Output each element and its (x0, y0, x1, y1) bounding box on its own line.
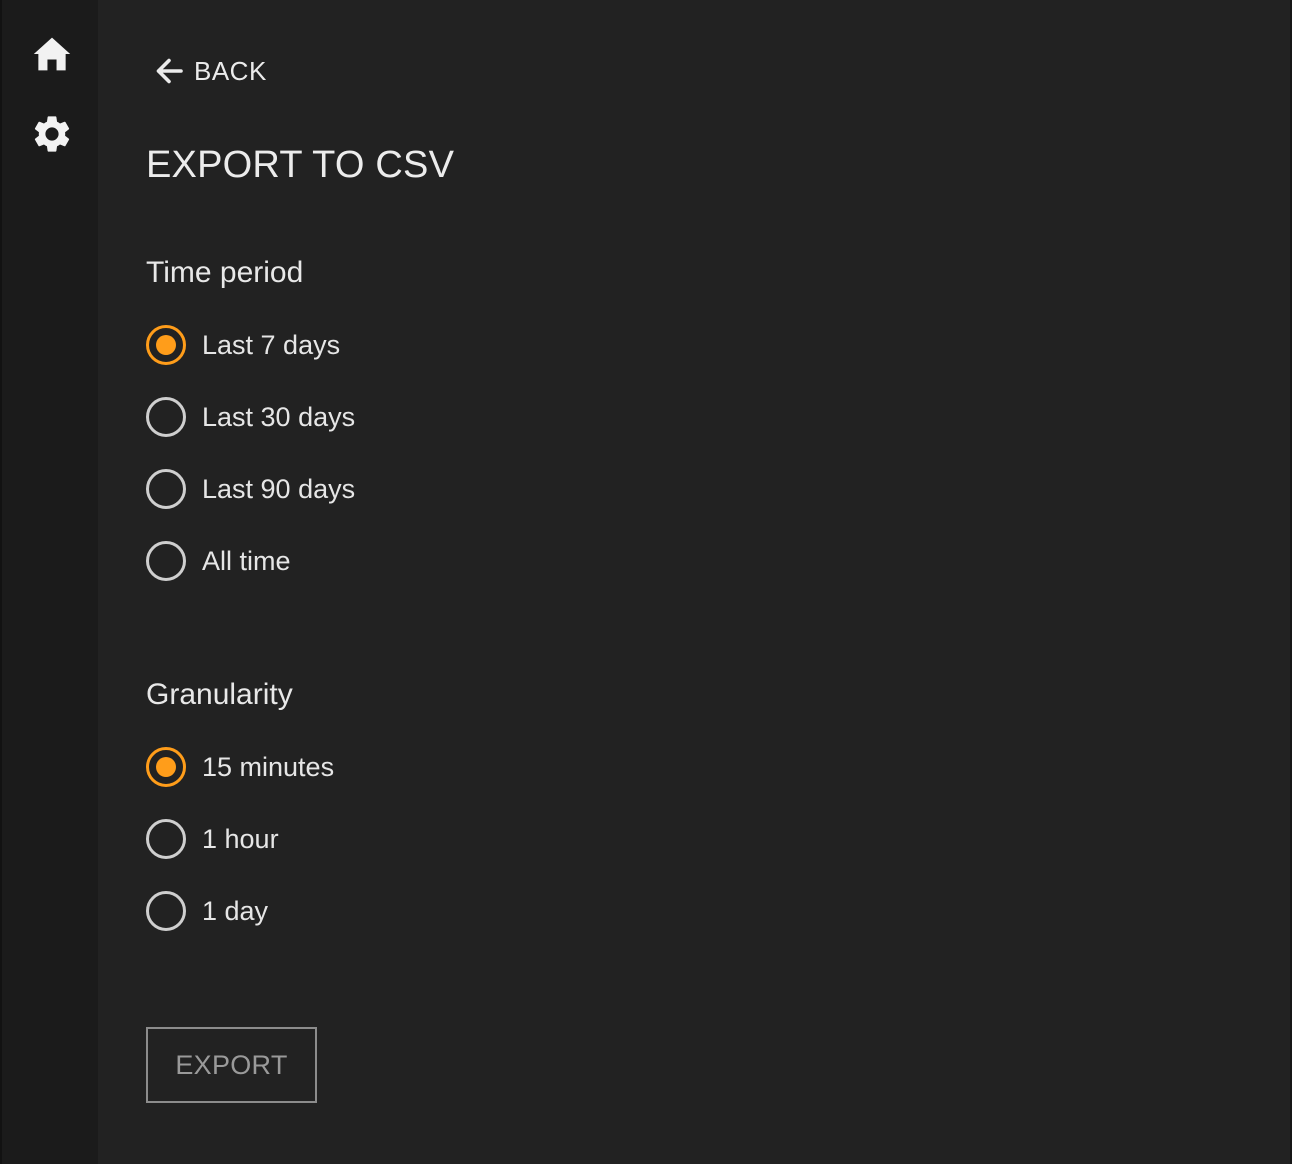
radio-1-day[interactable]: 1 day (146, 889, 268, 933)
radio-label: All time (202, 545, 291, 576)
radio-last-30-days[interactable]: Last 30 days (146, 395, 355, 439)
back-button[interactable]: BACK (150, 50, 267, 92)
page-title: EXPORT TO CSV (146, 144, 455, 186)
app-window: BACK EXPORT TO CSV Time period Last 7 da… (0, 0, 1292, 1164)
radio-button[interactable] (146, 819, 186, 859)
radio-15-minutes[interactable]: 15 minutes (146, 745, 334, 789)
radio-label: 15 minutes (202, 751, 335, 782)
back-label: BACK (194, 55, 267, 86)
time-period-title: Time period (146, 256, 304, 289)
granularity-title: Granularity (146, 678, 293, 711)
radio-button[interactable] (146, 541, 186, 581)
radio-last-90-days[interactable]: Last 90 days (146, 467, 355, 511)
radio-button-checked[interactable] (146, 325, 186, 365)
radio-label: 1 hour (202, 823, 279, 854)
gear-icon[interactable] (30, 112, 74, 156)
radio-last-7-days[interactable]: Last 7 days (146, 323, 340, 367)
radio-1-hour[interactable]: 1 hour (146, 817, 279, 861)
radio-label: Last 7 days (202, 329, 341, 360)
radio-button-checked[interactable] (146, 747, 186, 787)
radio-button[interactable] (146, 891, 186, 931)
radio-button[interactable] (146, 469, 186, 509)
home-icon[interactable] (30, 32, 74, 76)
radio-button[interactable] (146, 397, 186, 437)
sidebar (0, 0, 98, 1164)
radio-all-time[interactable]: All time (146, 539, 291, 583)
radio-label: 1 day (202, 895, 269, 926)
arrow-left-icon (156, 58, 183, 84)
radio-label: Last 90 days (202, 473, 356, 504)
main-content: BACK EXPORT TO CSV Time period Last 7 da… (98, 0, 1290, 1164)
radio-label: Last 30 days (202, 401, 356, 432)
export-button[interactable]: EXPORT (146, 1027, 317, 1103)
